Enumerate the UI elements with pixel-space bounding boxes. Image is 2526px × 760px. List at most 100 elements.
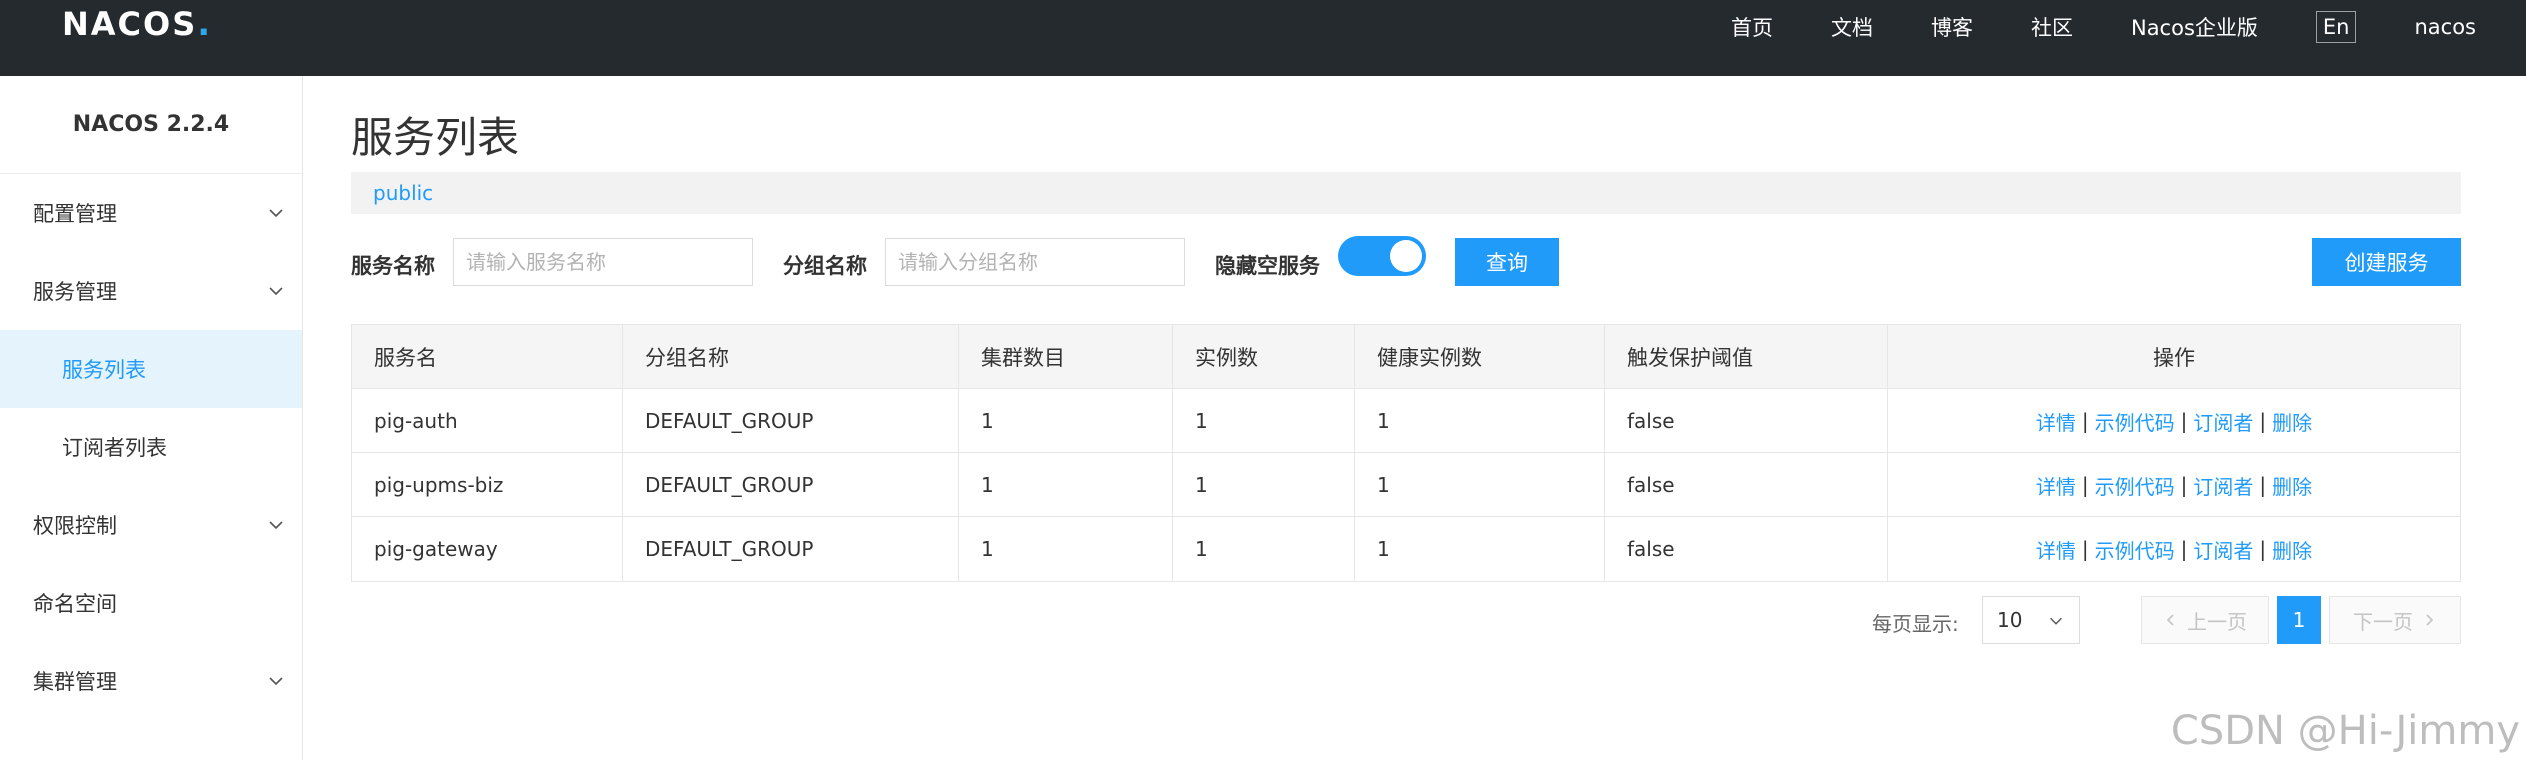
page-size-select[interactable]: 10 [1982,596,2080,644]
service-table: 服务名 分组名称 集群数目 实例数 健康实例数 触发保护阈值 操作 pig-au… [351,324,2461,582]
chevron-down-icon [269,209,283,218]
column-header: 实例数 [1173,325,1355,389]
separator: | [2259,409,2267,433]
sidebar-item-subscriber-list[interactable]: 订阅者列表 [0,408,302,486]
subscribers-link[interactable]: 订阅者 [2193,471,2253,500]
chevron-down-icon [269,677,283,686]
filter-bar: 服务名称 分组名称 隐藏空服务 查询 创建服务 [351,236,2461,288]
cluster-count-cell: 1 [959,389,1173,453]
sidebar-item-service-management[interactable]: 服务管理 [0,252,302,330]
sidebar-item-label: 订阅者列表 [62,436,167,460]
table-row: pig-upms-biz DEFAULT_GROUP 1 1 1 false 详… [352,453,2460,517]
detail-link[interactable]: 详情 [2036,535,2076,564]
page-size-label: 每页显示: [1872,612,1959,636]
next-page-button[interactable]: 下一页 [2329,596,2461,644]
group-name-label: 分组名称 [783,254,867,278]
subscribers-link[interactable]: 订阅者 [2193,407,2253,436]
separator: | [2081,537,2089,561]
prev-page-label: 上一页 [2187,609,2247,634]
healthy-instance-cell: 1 [1355,389,1605,453]
nav-blog-link[interactable]: 博客 [1931,12,1973,42]
column-header: 健康实例数 [1355,325,1605,389]
instance-count-cell: 1 [1173,517,1355,581]
chevron-down-icon [2050,617,2062,625]
top-nav: 首页 文档 博客 社区 Nacos企业版 En nacos [1731,0,2476,54]
healthy-instance-cell: 1 [1355,517,1605,581]
sidebar-item-cluster-management[interactable]: 集群管理 [0,642,302,720]
sidebar-item-label: 命名空间 [33,592,117,616]
group-name-cell: DEFAULT_GROUP [623,453,959,517]
separator: | [2259,537,2267,561]
logo-dot: . [197,4,213,44]
protect-threshold-cell: false [1605,453,1888,517]
watermark: CSDN @Hi-Jimmy [2170,708,2520,754]
protect-threshold-cell: false [1605,517,1888,581]
delete-link[interactable]: 删除 [2272,407,2312,436]
namespace-bar: public [351,172,2461,214]
sidebar-item-config-management[interactable]: 配置管理 [0,174,302,252]
nav-enterprise-link[interactable]: Nacos企业版 [2131,12,2258,42]
healthy-instance-cell: 1 [1355,453,1605,517]
detail-link[interactable]: 详情 [2036,471,2076,500]
cluster-count-cell: 1 [959,517,1173,581]
page-title: 服务列表 [351,113,520,162]
nacos-logo[interactable]: NACOS. [62,4,212,44]
group-name-cell: DEFAULT_GROUP [623,517,959,581]
prev-page-button[interactable]: 上一页 [2141,596,2269,644]
sidebar-item-service-list[interactable]: 服务列表 [0,330,302,408]
column-header: 分组名称 [623,325,959,389]
pagination: 每页显示: 10 上一页 1 下一页 [351,596,2461,644]
nav-home-link[interactable]: 首页 [1731,12,1773,42]
sample-code-link[interactable]: 示例代码 [2095,407,2175,436]
top-navbar: NACOS. 首页 文档 博客 社区 Nacos企业版 En nacos [0,0,2526,76]
chevron-down-icon [269,521,283,530]
hide-empty-toggle[interactable] [1338,236,1426,276]
separator: | [2081,409,2089,433]
sidebar-item-namespace[interactable]: 命名空间 [0,564,302,642]
separator: | [2081,473,2089,497]
page-size-value: 10 [1997,608,2023,632]
table-row: pig-gateway DEFAULT_GROUP 1 1 1 false 详情… [352,517,2460,581]
table-row: pig-auth DEFAULT_GROUP 1 1 1 false 详情 | 示例… [352,389,2460,453]
separator: | [2180,473,2188,497]
toggle-knob [1390,240,1422,272]
nav-docs-link[interactable]: 文档 [1831,12,1873,42]
service-name-label: 服务名称 [351,254,435,278]
page-number-current[interactable]: 1 [2277,596,2321,644]
chevron-down-icon [269,287,283,296]
operations-cell: 详情 | 示例代码 | 订阅者 | 删除 [1888,517,2460,581]
sample-code-link[interactable]: 示例代码 [2095,535,2175,564]
create-service-button[interactable]: 创建服务 [2312,238,2461,286]
column-header: 触发保护阈值 [1605,325,1888,389]
instance-count-cell: 1 [1173,389,1355,453]
language-toggle-button[interactable]: En [2315,11,2357,43]
operations-cell: 详情 | 示例代码 | 订阅者 | 删除 [1888,389,2460,453]
separator: | [2259,473,2267,497]
instance-count-cell: 1 [1173,453,1355,517]
sidebar-item-access-control[interactable]: 权限控制 [0,486,302,564]
sidebar-item-label: 服务列表 [62,358,146,382]
service-name-cell: pig-upms-biz [352,453,623,517]
delete-link[interactable]: 删除 [2272,471,2312,500]
query-button[interactable]: 查询 [1455,238,1559,286]
chevron-left-icon [2166,614,2174,626]
protect-threshold-cell: false [1605,389,1888,453]
sidebar-item-label: 配置管理 [33,202,117,226]
operations-cell: 详情 | 示例代码 | 订阅者 | 删除 [1888,453,2460,517]
service-name-input[interactable] [453,238,753,286]
group-name-input[interactable] [885,238,1185,286]
cluster-count-cell: 1 [959,453,1173,517]
sidebar-item-label: 权限控制 [33,514,117,538]
nav-community-link[interactable]: 社区 [2031,12,2073,42]
chevron-right-icon [2426,614,2434,626]
detail-link[interactable]: 详情 [2036,407,2076,436]
next-page-label: 下一页 [2353,609,2413,634]
delete-link[interactable]: 删除 [2272,535,2312,564]
user-menu[interactable]: nacos [2414,15,2476,39]
subscribers-link[interactable]: 订阅者 [2193,535,2253,564]
version-label: NACOS 2.2.4 [0,76,302,174]
service-name-cell: pig-gateway [352,517,623,581]
separator: | [2180,409,2188,433]
sample-code-link[interactable]: 示例代码 [2095,471,2175,500]
namespace-tab-public[interactable]: public [373,181,433,205]
